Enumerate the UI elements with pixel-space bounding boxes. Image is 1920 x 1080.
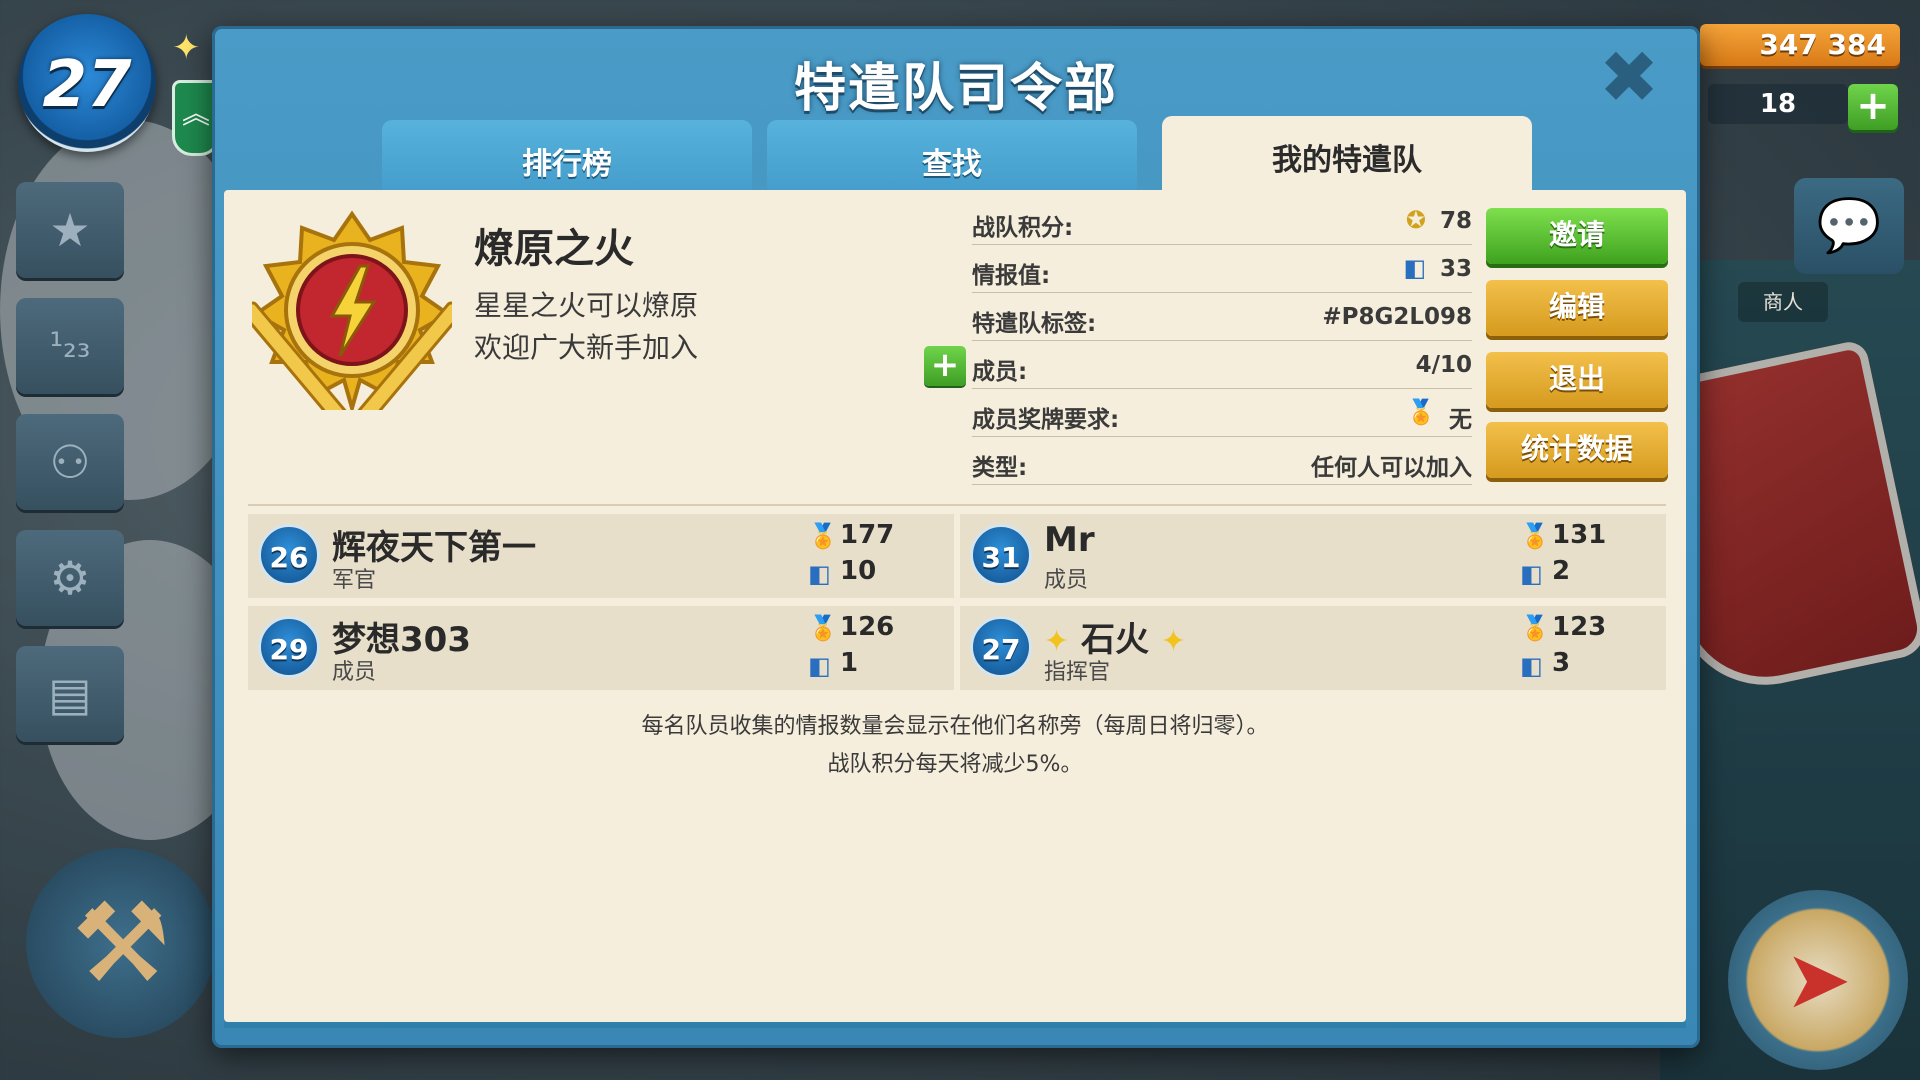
member-intel: 1 [840, 648, 859, 678]
stat-label: 类型: [972, 455, 1028, 481]
taskforce-hq-dialog: 特遣队司令部 ✖ 排行榜 查找 我的特遣队 燎原之火 星星之火可以燎原 欢迎广大… [212, 26, 1700, 1048]
member-medals: 131 [1552, 520, 1607, 550]
podium-icon: ¹₂₃ [49, 326, 91, 366]
stat-label: 成员奖牌要求: [972, 407, 1120, 433]
stat-value: #P8G2L098 [1322, 304, 1472, 330]
stat-label: 战队积分: [972, 215, 1074, 241]
close-button[interactable]: ✖ [1594, 41, 1664, 113]
stat-value: 任何人可以加入 [1311, 455, 1472, 481]
medal-icon: 🏅 [808, 614, 838, 642]
close-icon: ✖ [1598, 35, 1660, 119]
hammer-icon: ⚒ [71, 879, 171, 1007]
member-level: 26 [258, 524, 320, 586]
score-decay-note: 战队积分每天将减少5%。 [827, 752, 1083, 777]
intel-map-icon: ◧ [808, 652, 831, 680]
leave-button[interactable]: 退出 [1486, 352, 1668, 408]
chat-button[interactable]: 💬 [1794, 178, 1904, 274]
stat-team-score: 战队积分: ✪ 78 [972, 204, 1472, 245]
gear-icon: ⚙ [49, 551, 91, 605]
intel-map-icon: ◧ [1520, 560, 1543, 588]
leaderboard-button[interactable]: ¹₂₃ [16, 298, 124, 394]
add-member-button[interactable]: + [924, 346, 966, 386]
chat-bubble-icon: 💬 [1816, 196, 1882, 256]
diamond-counter: 18 [1708, 84, 1848, 124]
member-role: 军官 [332, 568, 377, 593]
member-role: 成员 [332, 660, 377, 685]
member-intel: 10 [840, 556, 877, 586]
stat-value: 4/10 [1415, 352, 1472, 378]
divider [248, 504, 1666, 506]
member-level: 29 [258, 616, 320, 678]
group-icon: ⚇ [49, 435, 91, 489]
player-level-badge[interactable]: 27 [18, 14, 156, 152]
sparkle-icon: ✦ [1160, 624, 1186, 659]
star-icon: ★ [49, 203, 91, 257]
stat-type: 类型: 任何人可以加入 [972, 444, 1472, 485]
medal-icon: 🏅 [808, 522, 838, 550]
stat-team-tag: 特遣队标签: #P8G2L098 [972, 300, 1472, 341]
member-role: 成员 [1044, 568, 1089, 593]
star-button[interactable]: ★ [16, 182, 124, 278]
merchant-label[interactable]: 商人 [1738, 282, 1828, 322]
taskforce-emblem-icon [252, 210, 452, 410]
member-card[interactable]: 27 ✦ 石火 ✦ 指挥官 🏅 123 ◧ 3 [960, 606, 1666, 690]
stat-label: 成员: [972, 359, 1028, 385]
team-description-line: 欢迎广大新手加入 [474, 331, 699, 364]
stat-medal-requirement: 成员奖牌要求: 🏅 无 [972, 396, 1472, 437]
stat-label: 特遣队标签: [972, 311, 1097, 337]
medal-icon: 🏅 [1406, 398, 1436, 426]
stat-value: 33 [1439, 256, 1472, 282]
stat-label: 情报值: [972, 263, 1051, 289]
invite-button[interactable]: 邀请 [1486, 208, 1668, 264]
stat-value: 78 [1439, 208, 1472, 234]
wings-icon: ✪ [1405, 206, 1426, 234]
team-name: 燎原之火 [474, 226, 634, 272]
newspaper-icon: ▤ [48, 667, 92, 721]
member-name: Mr [1044, 520, 1095, 560]
medal-icon: 🏅 [1520, 614, 1550, 642]
taskforce-button[interactable]: ⚇ [16, 414, 124, 510]
member-medals: 123 [1552, 612, 1607, 642]
add-diamonds-button[interactable]: + [1848, 84, 1898, 130]
medal-icon: 🏅 [1520, 522, 1550, 550]
intel-map-icon: ◧ [1520, 652, 1543, 680]
member-intel: 2 [1552, 556, 1571, 586]
member-medals: 177 [840, 520, 895, 550]
stat-members: 成员: 4/10 [972, 348, 1472, 389]
member-role: 指挥官 [1044, 660, 1111, 685]
intel-map-icon: ◧ [808, 560, 831, 588]
member-card[interactable]: 29 梦想303 成员 🏅 126 ◧ 1 [248, 606, 954, 690]
dialog-title: 特遣队司令部 [793, 59, 1118, 119]
settings-button[interactable]: ⚙ [16, 530, 124, 626]
edit-button[interactable]: 编辑 [1486, 280, 1668, 336]
panel-bottom-border [224, 1022, 1686, 1028]
stat-value: 无 [1449, 407, 1472, 433]
member-intel: 3 [1552, 648, 1571, 678]
news-button[interactable]: ▤ [16, 646, 124, 742]
player-level: 27 [42, 48, 132, 122]
compass-icon: ➤ [1784, 933, 1852, 1026]
sparkle-icon: ✦ [172, 28, 201, 68]
build-button[interactable]: ⚒ [26, 848, 216, 1038]
team-description-line: 星星之火可以燎原 [474, 289, 699, 322]
gold-counter: 347 384 [1700, 24, 1900, 66]
my-taskforce-panel: 燎原之火 星星之火可以燎原 欢迎广大新手加入 + 战队积分: ✪ 78 情报值:… [224, 190, 1686, 1028]
intel-map-icon: ◧ [1403, 254, 1426, 282]
member-medals: 126 [840, 612, 895, 642]
member-level: 31 [970, 524, 1032, 586]
stat-intel: 情报值: ◧ 33 [972, 252, 1472, 293]
intel-note: 每名队员收集的情报数量会显示在他们名称旁（每周日将归零）。 [641, 714, 1269, 739]
member-level: 27 [970, 616, 1032, 678]
statistics-button[interactable]: 统计数据 [1486, 422, 1668, 478]
map-compass-button[interactable]: ➤ [1728, 890, 1908, 1070]
member-card[interactable]: 31 Mr 成员 🏅 131 ◧ 2 [960, 514, 1666, 598]
member-card[interactable]: 26 辉夜天下第一 军官 🏅 177 ◧ 10 [248, 514, 954, 598]
